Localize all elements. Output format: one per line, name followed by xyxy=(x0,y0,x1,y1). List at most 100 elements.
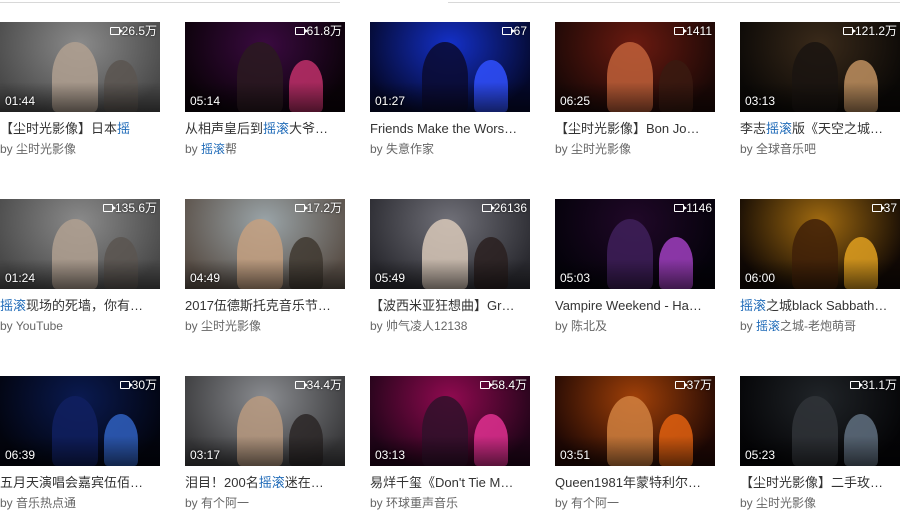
video-title[interactable]: 【波西米亚狂想曲】Gr… xyxy=(370,298,530,314)
author-name: 帅气凌人12138 xyxy=(386,319,468,333)
video-card[interactable]: 26136 05:49 【波西米亚狂想曲】Gr… by 帅气凌人12138 xyxy=(370,199,530,349)
video-card[interactable]: 135.6万 01:24 摇滚现场的死墙，你有… by YouTube xyxy=(0,199,160,349)
video-author[interactable]: by 摇滚帮 xyxy=(185,142,345,156)
video-thumbnail[interactable]: 1411 06:25 xyxy=(555,22,715,112)
video-author[interactable]: by 环球重声音乐 xyxy=(370,496,530,510)
play-count: 1146 xyxy=(674,201,712,215)
video-title[interactable]: 2017伍德斯托克音乐节… xyxy=(185,298,345,314)
video-duration: 01:44 xyxy=(5,94,36,108)
video-author[interactable]: by 尘时光影像 xyxy=(185,319,345,333)
author-prefix: by xyxy=(740,319,753,333)
video-title[interactable]: 摇滚之城black Sabbath… xyxy=(740,298,900,314)
play-count-icon xyxy=(294,27,308,35)
video-author[interactable]: by 尘时光影像 xyxy=(0,142,160,156)
play-count-value: 34.4万 xyxy=(306,378,342,392)
video-title[interactable]: 五月天演唱会嘉宾伍佰… xyxy=(0,475,160,491)
video-title[interactable]: Vampire Weekend - Ha… xyxy=(555,298,715,314)
video-duration: 01:24 xyxy=(5,271,36,285)
top-divider-left xyxy=(0,0,340,3)
video-card[interactable]: 37 06:00 摇滚之城black Sabbath… by 摇滚之城-老炮萌哥 xyxy=(740,199,900,349)
video-thumbnail[interactable]: 1146 05:03 xyxy=(555,199,715,289)
play-count-value: 26.5万 xyxy=(121,24,157,38)
video-card[interactable]: 17.2万 04:49 2017伍德斯托克音乐节… by 尘时光影像 xyxy=(185,199,345,349)
video-title[interactable]: 易烊千玺《Don't Tie M… xyxy=(370,475,530,491)
title-text: 之城black Sabbath… xyxy=(766,298,888,313)
play-count-value: 58.4万 xyxy=(491,378,527,392)
title-text: 版《天空之城… xyxy=(792,121,884,136)
video-title[interactable]: 【尘时光影像】日本摇 xyxy=(0,121,160,137)
play-count: 34.4万 xyxy=(294,378,342,392)
play-count-value: 1411 xyxy=(686,24,712,38)
video-author[interactable]: by YouTube xyxy=(0,319,160,333)
video-author[interactable]: by 音乐热点通 xyxy=(0,496,160,510)
video-thumbnail[interactable]: 58.4万 03:13 xyxy=(370,376,530,466)
play-count: 37万 xyxy=(674,378,712,392)
video-card[interactable]: 31.1万 05:23 【尘时光影像】二手玫… by 尘时光影像 xyxy=(740,376,900,524)
video-author[interactable]: by 尘时光影像 xyxy=(555,142,715,156)
video-card[interactable]: 30万 06:39 五月天演唱会嘉宾伍佰… by 音乐热点通 xyxy=(0,376,160,524)
video-card[interactable]: 67 01:27 Friends Make the Wors… by 失意作家 xyxy=(370,22,530,172)
video-duration: 01:27 xyxy=(375,94,406,108)
video-thumbnail[interactable]: 31.1万 05:23 xyxy=(740,376,900,466)
video-card[interactable]: 1146 05:03 Vampire Weekend - Ha… by 陈北及 xyxy=(555,199,715,349)
play-count-icon xyxy=(119,381,133,389)
video-thumbnail[interactable]: 17.2万 04:49 xyxy=(185,199,345,289)
video-thumbnail[interactable]: 37 06:00 xyxy=(740,199,900,289)
play-count-icon xyxy=(479,381,493,389)
video-card[interactable]: 26.5万 01:44 【尘时光影像】日本摇 by 尘时光影像 xyxy=(0,22,160,172)
author-name: 尘时光影像 xyxy=(756,496,817,510)
title-text: 大爷… xyxy=(289,121,329,136)
author-name: 有个阿一 xyxy=(201,496,250,510)
video-title[interactable]: 【尘时光影像】二手玫… xyxy=(740,475,900,491)
video-card[interactable]: 34.4万 03:17 泪目！200名摇滚迷在… by 有个阿一 xyxy=(185,376,345,524)
video-title[interactable]: 摇滚现场的死墙，你有… xyxy=(0,298,160,314)
play-count-value: 37 xyxy=(883,201,897,215)
video-duration: 05:49 xyxy=(375,271,406,285)
video-title[interactable]: 从相声皇后到摇滚大爷… xyxy=(185,121,345,137)
video-author[interactable]: by 摇滚之城-老炮萌哥 xyxy=(740,319,900,333)
play-count-value: 67 xyxy=(513,24,527,38)
video-card[interactable]: 37万 03:51 Queen1981年蒙特利尔… by 有个阿一 xyxy=(555,376,715,524)
video-title[interactable]: 李志摇滚版《天空之城… xyxy=(740,121,900,137)
video-author[interactable]: by 失意作家 xyxy=(370,142,530,156)
video-thumbnail[interactable]: 135.6万 01:24 xyxy=(0,199,160,289)
video-author[interactable]: by 全球音乐吧 xyxy=(740,142,900,156)
title-keyword-highlight: 摇滚 xyxy=(0,298,27,313)
video-thumbnail[interactable]: 37万 03:51 xyxy=(555,376,715,466)
title-text: Queen1981年蒙特利尔… xyxy=(555,475,701,490)
video-thumbnail[interactable]: 67 01:27 xyxy=(370,22,530,112)
author-prefix: by xyxy=(370,496,383,510)
title-keyword-highlight: 摇滚 xyxy=(766,121,793,136)
video-title[interactable]: 【尘时光影像】Bon Jo… xyxy=(555,121,715,137)
video-title[interactable]: Queen1981年蒙特利尔… xyxy=(555,475,715,491)
video-author[interactable]: by 陈北及 xyxy=(555,319,715,333)
play-count-value: 17.2万 xyxy=(306,201,342,215)
video-duration: 03:13 xyxy=(745,94,776,108)
video-thumbnail[interactable]: 61.8万 05:14 xyxy=(185,22,345,112)
video-card[interactable]: 61.8万 05:14 从相声皇后到摇滚大爷… by 摇滚帮 xyxy=(185,22,345,172)
play-count-icon xyxy=(294,381,308,389)
video-author[interactable]: by 帅气凌人12138 xyxy=(370,319,530,333)
video-title[interactable]: 泪目！200名摇滚迷在… xyxy=(185,475,345,491)
video-card[interactable]: 1411 06:25 【尘时光影像】Bon Jo… by 尘时光影像 xyxy=(555,22,715,172)
video-thumbnail[interactable]: 26136 05:49 xyxy=(370,199,530,289)
video-author[interactable]: by 尘时光影像 xyxy=(740,496,900,510)
video-thumbnail[interactable]: 30万 06:39 xyxy=(0,376,160,466)
video-thumbnail[interactable]: 34.4万 03:17 xyxy=(185,376,345,466)
title-keyword-highlight: 摇滚 xyxy=(263,121,290,136)
video-card[interactable]: 121.2万 03:13 李志摇滚版《天空之城… by 全球音乐吧 xyxy=(740,22,900,172)
author-prefix: by xyxy=(0,319,13,333)
play-count: 26.5万 xyxy=(109,24,157,38)
video-card[interactable]: 58.4万 03:13 易烊千玺《Don't Tie M… by 环球重声音乐 xyxy=(370,376,530,524)
author-name: 陈北及 xyxy=(571,319,608,333)
author-name: 尘时光影像 xyxy=(16,142,77,156)
title-keyword-highlight: 摇滚 xyxy=(740,298,767,313)
video-thumbnail[interactable]: 26.5万 01:44 xyxy=(0,22,160,112)
video-author[interactable]: by 有个阿一 xyxy=(555,496,715,510)
play-count: 26136 xyxy=(481,201,527,215)
author-name: 失意作家 xyxy=(386,142,435,156)
play-count-icon xyxy=(871,204,885,212)
video-thumbnail[interactable]: 121.2万 03:13 xyxy=(740,22,900,112)
video-title[interactable]: Friends Make the Wors… xyxy=(370,121,530,137)
video-author[interactable]: by 有个阿一 xyxy=(185,496,345,510)
